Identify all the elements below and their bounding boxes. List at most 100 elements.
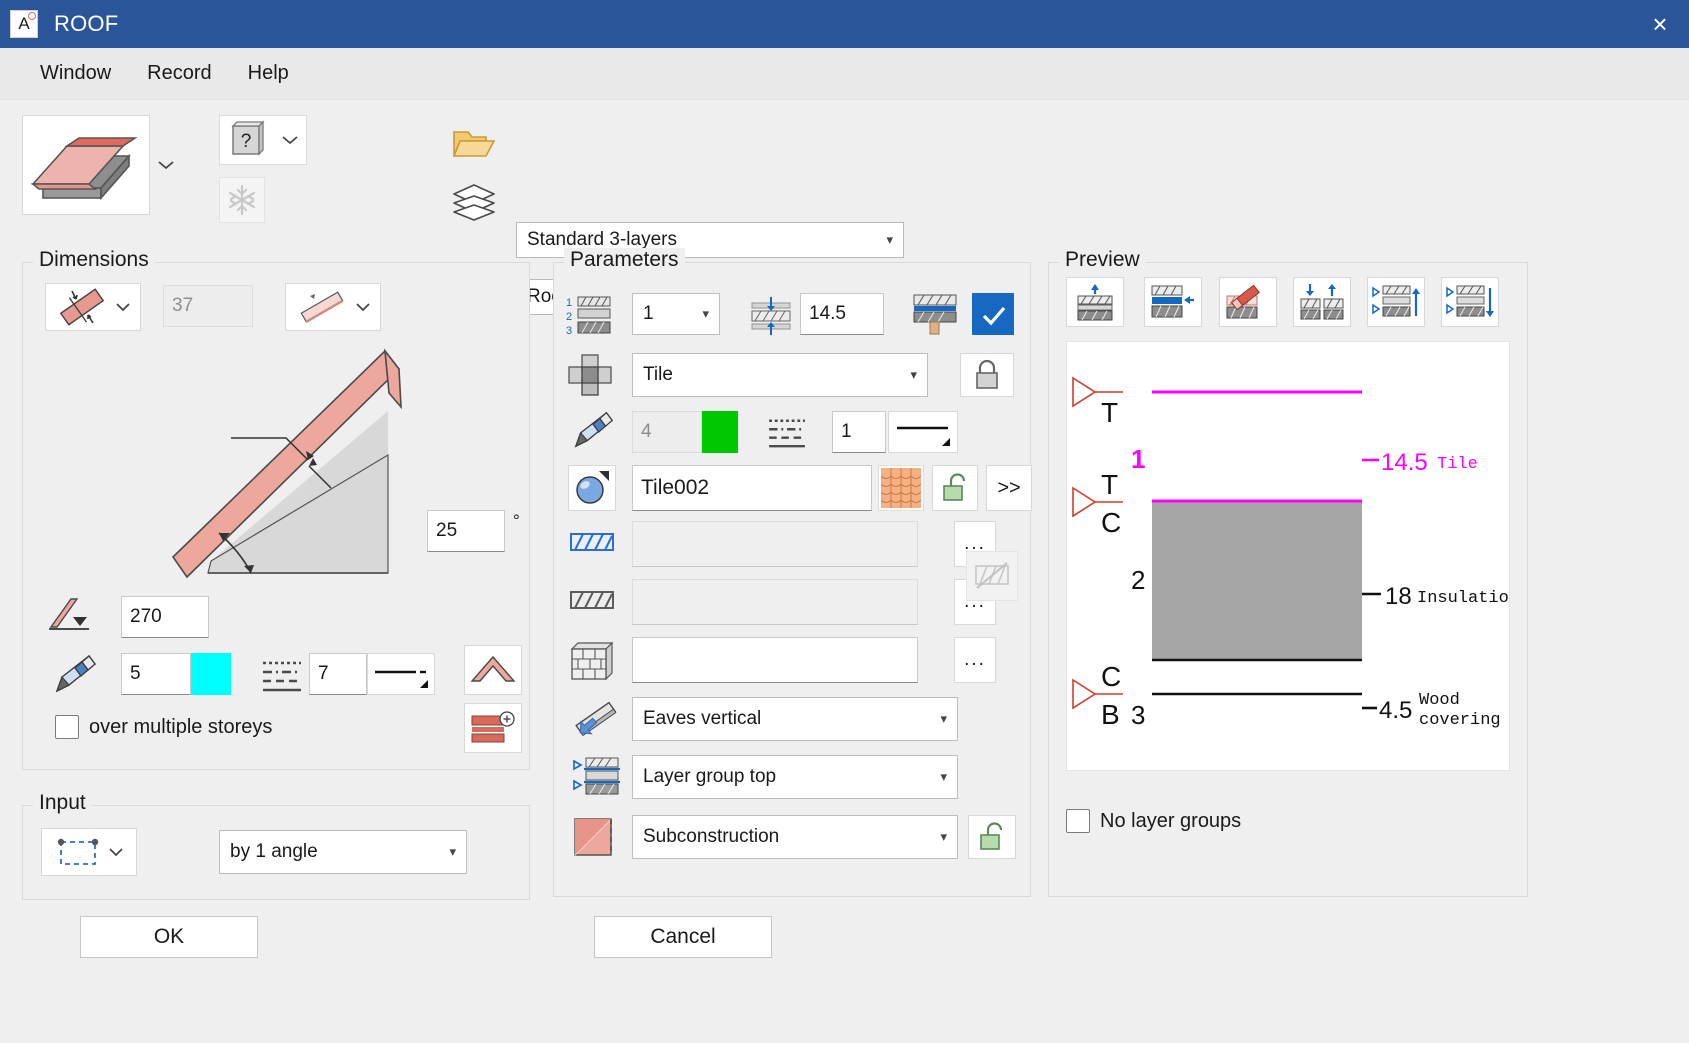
menu-record[interactable]: Record (129, 56, 229, 91)
height-field[interactable]: 270 (121, 596, 209, 638)
close-button[interactable]: × (1637, 2, 1683, 46)
roof-ruler-button[interactable] (464, 703, 522, 753)
material-combo[interactable]: Tile ▾ (632, 353, 928, 397)
preview-layer-group-down-icon (1446, 285, 1494, 317)
lock-open-icon (943, 473, 966, 501)
preview-layer-index-2: 2 (1131, 565, 1145, 595)
no-layer-groups-checkbox[interactable] (1066, 809, 1090, 833)
pen-number-field[interactable]: 5 (121, 653, 191, 695)
menu-window[interactable]: Window (22, 56, 129, 91)
reference-line-button[interactable] (285, 283, 381, 331)
input-mode-combo[interactable]: by 1 angle ▾ (219, 830, 467, 874)
input-method-button[interactable] (41, 828, 137, 876)
surface-more-button[interactable]: >> (986, 465, 1032, 511)
no-layer-groups-label: No layer groups (1100, 809, 1242, 832)
angle-field[interactable]: 25 (427, 510, 505, 552)
angle-unit-label: ° (513, 511, 520, 530)
layer-numbering-icon: 1 2 3 (566, 295, 612, 335)
layer-group-icon (572, 755, 620, 797)
masonry-more-button[interactable]: ... (954, 637, 996, 683)
preview-mark-B: B (1101, 699, 1120, 730)
svg-text:?: ? (241, 131, 252, 152)
surface-lock-button[interactable] (932, 465, 978, 511)
masonry-field[interactable] (632, 637, 918, 683)
no-layer-groups-row[interactable]: No layer groups (1066, 809, 1241, 833)
roof-type-dropdown[interactable] (150, 115, 182, 215)
subconstruction-icon (572, 815, 618, 859)
layer-thickness-field[interactable]: 14.5 (800, 293, 884, 335)
line-type-icon (261, 659, 303, 693)
material-value: Tile (643, 364, 673, 385)
preview-move-layer-button[interactable] (1144, 277, 1202, 327)
pencil-icon (53, 653, 99, 695)
over-multiple-storeys-checkbox[interactable] (55, 715, 79, 739)
roof-thickness-icon (59, 288, 105, 326)
layers-stack-icon[interactable] (452, 182, 496, 222)
material-lock-button[interactable] (960, 353, 1014, 397)
layer-pen-color-swatch[interactable] (702, 411, 738, 453)
layer-line-type-field[interactable]: 1 (832, 411, 886, 453)
preview-flip-layers-button[interactable] (1293, 277, 1351, 327)
preview-paint-layer-button[interactable] (1219, 277, 1277, 327)
hatch-bottom-field[interactable] (632, 579, 918, 625)
roof-height-icon (45, 593, 93, 635)
pen-color-swatch[interactable] (191, 653, 231, 695)
hatch-top-field[interactable] (632, 521, 918, 567)
freeze-button[interactable] (219, 177, 265, 223)
line-style-preview-icon (897, 426, 950, 446)
subconstruction-combo[interactable]: Subconstruction ▾ (632, 815, 958, 859)
chevron-down-icon: ▾ (940, 829, 947, 844)
preview-legend: Preview (1059, 248, 1146, 272)
preview-flip-layers-icon (1300, 284, 1344, 320)
roof-type-preview-button[interactable] (22, 115, 150, 215)
line-type-field[interactable]: 7 (309, 653, 367, 695)
preview-mark-T1: T (1101, 397, 1118, 428)
surface-button[interactable] (568, 465, 616, 511)
input-legend: Input (33, 791, 92, 815)
layer-group-combo[interactable]: Layer group top ▾ (632, 755, 958, 799)
preview-layer-group-up-icon (1372, 285, 1420, 317)
chevron-down-icon (116, 303, 130, 312)
over-multiple-storeys-row[interactable]: over multiple storeys (55, 715, 272, 739)
preview-paint-layer-icon (1226, 284, 1260, 319)
eaves-combo[interactable]: Eaves vertical ▾ (632, 697, 958, 741)
preview-align-top-icon (1077, 284, 1113, 321)
surface-name-field[interactable]: Tile002 (632, 465, 872, 511)
line-style-preview-button[interactable] (367, 653, 435, 695)
preview-thickness-1: 14.5 (1381, 449, 1428, 476)
preview-mark-T2: T (1101, 469, 1118, 500)
surface-swatch-button[interactable] (878, 465, 924, 511)
app-icon: A (10, 10, 38, 38)
chevron-down-icon: ▾ (886, 232, 893, 247)
component-icon (566, 353, 614, 397)
help-book-button[interactable]: ? (219, 115, 307, 165)
roof-ridge-button[interactable] (464, 645, 522, 695)
thickness-mode-button[interactable] (45, 283, 141, 331)
preview-layer-index-1: 1 (1131, 444, 1145, 474)
preview-layer-group-up-button[interactable] (1367, 277, 1425, 327)
layer-index-value: 1 (643, 303, 654, 324)
preview-align-top-button[interactable] (1066, 277, 1124, 327)
line-style-preview-icon (375, 670, 428, 688)
layer-line-style-preview-button[interactable] (888, 411, 958, 453)
layer-pen-field[interactable]: 4 (632, 411, 702, 453)
menu-help[interactable]: Help (230, 56, 307, 91)
chevron-down-icon (158, 161, 174, 170)
subconstruction-lock-button[interactable] (968, 815, 1016, 859)
preview-canvas[interactable]: T T C C B 1 2 3 14.5 Tile 18 Insulation … (1066, 341, 1510, 771)
load-bearing-checkbox[interactable] (972, 293, 1014, 335)
preview-layer-group-down-button[interactable] (1441, 277, 1499, 327)
chevron-down-icon (282, 136, 298, 145)
dimensions-legend: Dimensions (33, 248, 155, 272)
preview-group: Preview T T C C B 1 2 3 14.5 Tile 18 Ins… (1048, 248, 1528, 897)
menu-bar: Window Record Help (0, 48, 1689, 100)
open-folder-icon[interactable] (452, 126, 496, 160)
thickness-field[interactable]: 37 (163, 285, 253, 327)
ok-button[interactable]: OK (80, 916, 258, 958)
roof-ruler-icon (471, 711, 515, 743)
chevron-down-icon: ▾ (940, 711, 947, 726)
layer-index-combo[interactable]: 1 ▾ (632, 293, 720, 335)
parameters-legend: Parameters (564, 248, 685, 272)
cancel-button[interactable]: Cancel (594, 916, 772, 958)
chevron-down-icon (356, 303, 370, 312)
